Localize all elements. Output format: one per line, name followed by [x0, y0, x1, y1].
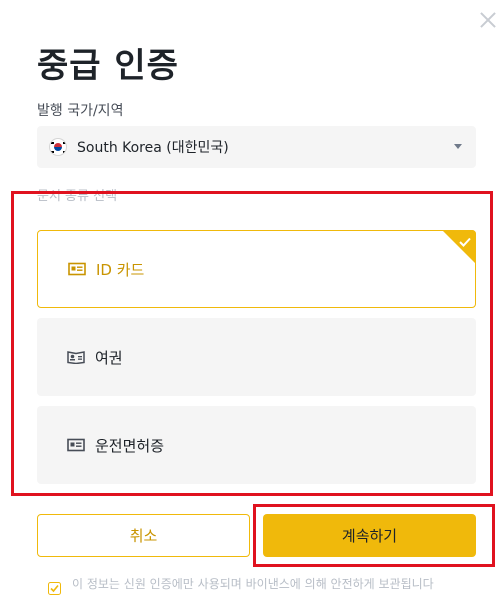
document-option-passport[interactable]: 여권 [37, 318, 476, 396]
document-option-drivers-license[interactable]: 운전면허증 [37, 406, 476, 484]
country-select-value: South Korea (대한민국) [77, 140, 229, 156]
close-icon[interactable] [478, 10, 498, 30]
south-korea-flag-icon [49, 138, 67, 156]
document-option-label: 운전면허증 [95, 436, 165, 455]
country-label: 발행 국가/지역 [37, 103, 124, 119]
document-option-id-card[interactable]: ID 카드 [37, 230, 476, 308]
page-title: 중급 인증 [37, 46, 179, 86]
privacy-notice: 이 정보는 신원 인증에만 사용되며 바이낸스에 의해 안전하게 보관됩니다 [72, 577, 434, 591]
document-type-label: 문서 종류 선택 [37, 189, 118, 204]
document-option-label: ID 카드 [96, 260, 145, 279]
passport-icon [67, 350, 85, 364]
continue-button[interactable]: 계속하기 [263, 514, 476, 557]
chevron-down-icon [454, 144, 462, 149]
country-select[interactable]: South Korea (대한민국) [37, 126, 476, 168]
checkmark-icon [48, 580, 61, 595]
document-option-label: 여권 [95, 348, 123, 367]
selected-check-icon [442, 230, 476, 264]
drivers-license-icon [67, 438, 85, 452]
id-card-icon [68, 262, 86, 276]
cancel-button[interactable]: 취소 [37, 514, 250, 557]
